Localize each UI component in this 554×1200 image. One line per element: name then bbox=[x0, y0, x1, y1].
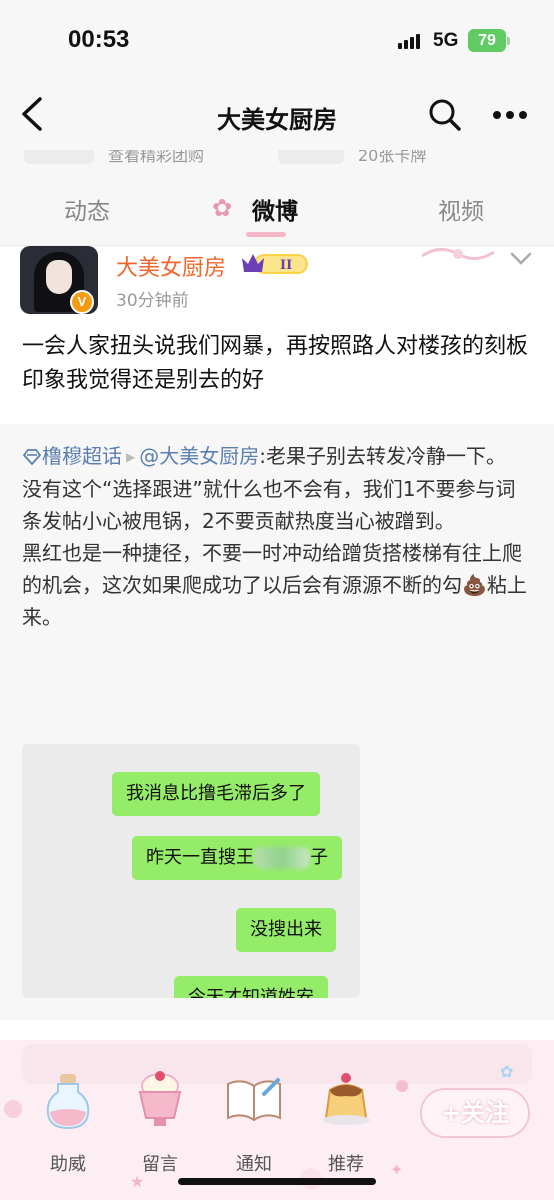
status-bar: 00:53 5G 79 bbox=[0, 0, 554, 80]
verified-badge-icon: V bbox=[70, 290, 94, 314]
avatar-face bbox=[46, 260, 72, 294]
supertopic-link[interactable]: 橹穆超话 bbox=[22, 444, 122, 468]
home-indicator bbox=[178, 1178, 376, 1185]
bow-decoration-icon: ✿ bbox=[500, 1062, 514, 1081]
repost-first-line: :老果子别去转发冷静一下。 bbox=[259, 444, 506, 468]
cheer-label: 助威 bbox=[50, 1154, 86, 1175]
cheer-button[interactable]: 助威 bbox=[28, 1070, 108, 1190]
repost-text: 橹穆超话 ▶ @大美女厨房:老果子别去转发冷静一下。 没有这个“选择跟进”就什么也不… bbox=[22, 440, 534, 633]
recommend-button[interactable]: 推荐 bbox=[306, 1070, 386, 1190]
tab-active-indicator bbox=[246, 232, 286, 237]
flower-icon: ✿ bbox=[212, 194, 233, 222]
play-triangle-icon: ▶ bbox=[126, 450, 136, 464]
dessert-cup-icon bbox=[138, 1071, 182, 1126]
repost-paragraph-3-before: 黑红也是一种捷径，不要一时冲动给蹭货搭楼梯有往上爬的机会，这次如果爬成功了以后会… bbox=[22, 541, 522, 597]
post-text: 一会人家扭头说我们网暴，再按照路人对楼孩的刻板印象我觉得还是别去的好 bbox=[22, 334, 529, 393]
decor-dot bbox=[4, 1100, 22, 1118]
post-header: V 大美女厨房 II 30分钟前 bbox=[0, 246, 554, 326]
nav-bar: 大美女厨房 bbox=[0, 80, 554, 150]
crown-level-badge-icon: II bbox=[242, 254, 308, 274]
tab-videos[interactable]: 视频 bbox=[438, 192, 484, 226]
pudding-icon bbox=[322, 1073, 370, 1125]
network-type: 5G bbox=[433, 30, 459, 51]
battery-icon: 79 bbox=[468, 29, 506, 52]
chat-bubble: 没搜出来 bbox=[236, 908, 336, 952]
repost-card[interactable]: 橹穆超话 ▶ @大美女厨房:老果子别去转发冷静一下。 没有这个“选择跟进”就什么也不… bbox=[0, 424, 554, 1020]
peek-card-left bbox=[24, 150, 94, 164]
chat-bubble-text: 昨天一直搜王 bbox=[146, 847, 254, 868]
more-dots-icon[interactable] bbox=[492, 110, 528, 120]
decor-dot bbox=[396, 1080, 408, 1092]
chat-bubble: 今天才知道姓安 bbox=[174, 976, 328, 998]
recommend-label: 推荐 bbox=[328, 1154, 364, 1175]
potion-bottle-icon bbox=[46, 1074, 90, 1130]
header-peek: 查看精彩团购 20张卡牌 bbox=[0, 150, 554, 166]
peek-card-right bbox=[278, 150, 344, 164]
supertopic-name: 橹穆超话 bbox=[42, 444, 122, 468]
status-time: 00:53 bbox=[68, 26, 130, 53]
chat-bubble: 我消息比撸毛滞后多了 bbox=[112, 772, 320, 816]
star-decoration-icon: ✦ bbox=[390, 1160, 404, 1179]
search-icon[interactable] bbox=[428, 98, 462, 132]
tab-dynamics[interactable]: 动态 bbox=[64, 192, 110, 226]
peek-text-right: 20张卡牌 bbox=[358, 150, 427, 165]
notify-button[interactable]: 通知 bbox=[214, 1070, 294, 1190]
page-title: 大美女厨房 bbox=[217, 106, 337, 134]
battery-level: 79 bbox=[478, 32, 496, 49]
bottom-action-bar: ★ ✦ ✿ 助威 留言 通知 推荐 +关注 bbox=[0, 1040, 554, 1200]
chat-bubble-suffix: 子 bbox=[310, 847, 328, 868]
ribbon-decoration-icon bbox=[421, 248, 495, 260]
supertopic-icon bbox=[23, 449, 41, 465]
cellular-signal-icon bbox=[398, 33, 424, 49]
follow-button[interactable]: +关注 bbox=[420, 1088, 530, 1138]
tab-weibo[interactable]: 微博 bbox=[252, 192, 298, 226]
repost-paragraph-2: 没有这个“选择跟进”就什么也不会有，我们1不要参与词条发帖小心被甩锅，2不要贡献… bbox=[22, 477, 516, 533]
profile-tabs: 动态 ✿ 微博 视频 bbox=[0, 166, 554, 246]
poop-emoji-icon: 💩 bbox=[462, 573, 487, 597]
author-name[interactable]: 大美女厨房 bbox=[116, 250, 226, 282]
chat-bubble: 昨天一直搜王 子 bbox=[132, 836, 342, 880]
comment-button[interactable]: 留言 bbox=[120, 1070, 200, 1190]
level-badge-text: II bbox=[280, 258, 292, 273]
battery-tip bbox=[507, 37, 510, 45]
blurred-censor bbox=[254, 847, 310, 869]
peek-text-left: 查看精彩团购 bbox=[108, 150, 205, 165]
mention-link[interactable]: @大美女厨房 bbox=[139, 444, 259, 468]
open-book-icon bbox=[227, 1078, 281, 1122]
post-time: 30分钟前 bbox=[116, 291, 189, 311]
notify-label: 通知 bbox=[236, 1154, 272, 1175]
chevron-down-icon[interactable] bbox=[510, 252, 532, 266]
chat-screenshot-image[interactable]: 我消息比撸毛滞后多了 昨天一直搜王 子 没搜出来 今天才知道姓安 bbox=[22, 744, 360, 998]
comment-label: 留言 bbox=[142, 1154, 178, 1175]
